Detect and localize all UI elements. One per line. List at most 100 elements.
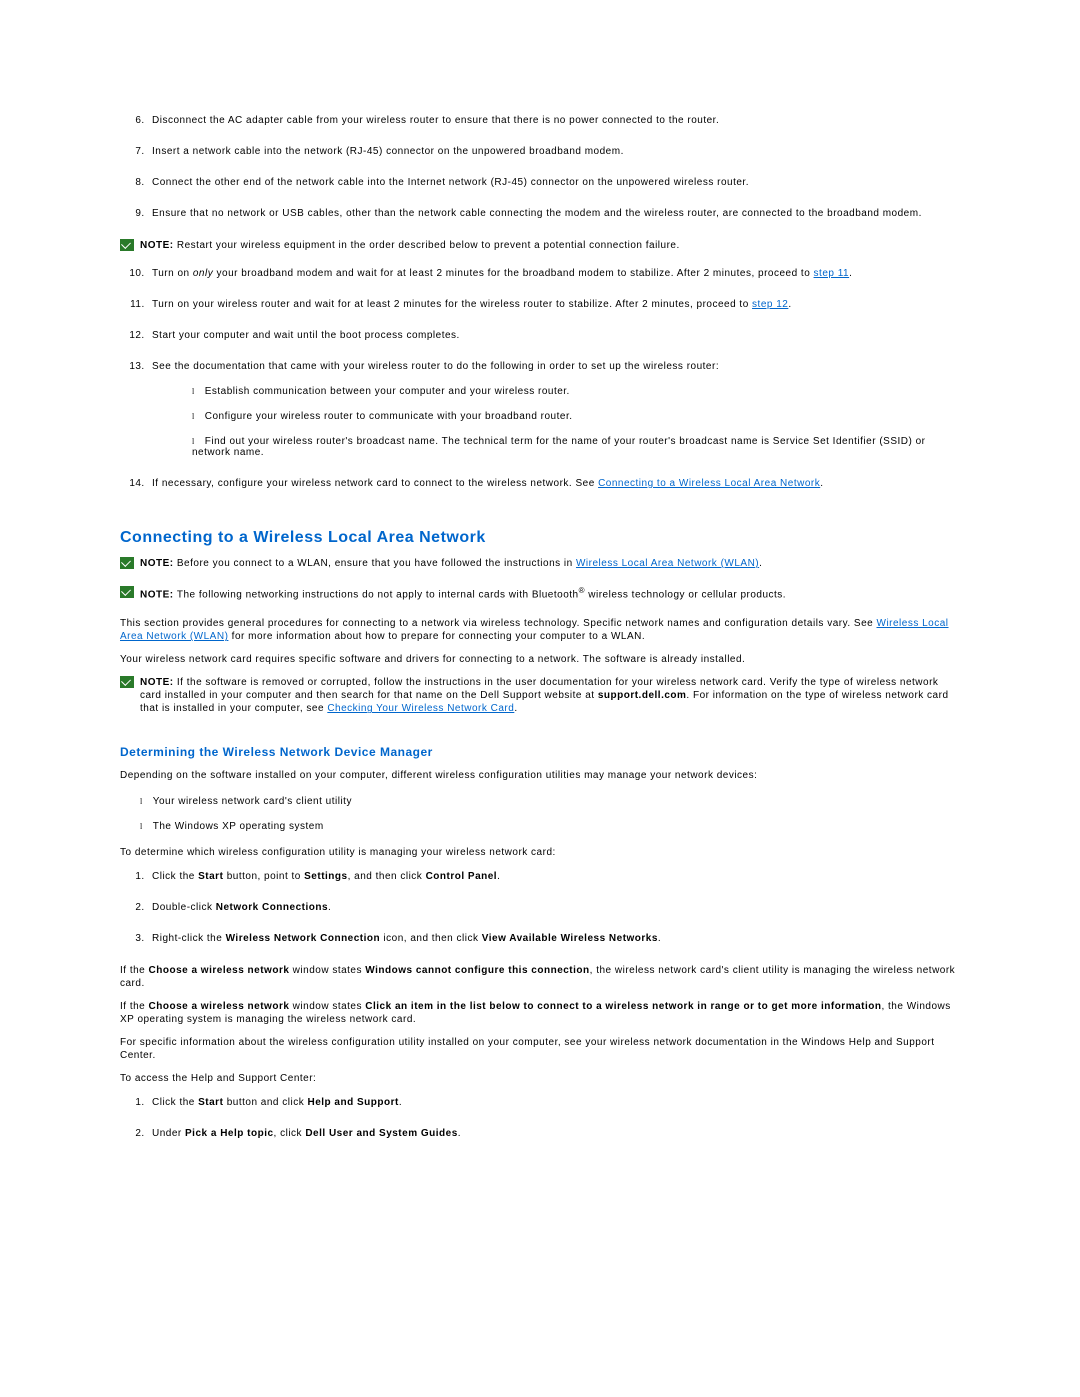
step-11: Turn on your wireless router and wait fo… [148,299,960,310]
text: . [497,871,500,882]
step-10: Turn on only your broadband modem and wa… [148,268,960,279]
bold-text: Pick a Help topic [185,1128,274,1139]
list-item: Right-click the Wireless Network Connect… [148,933,960,944]
text: See the documentation that came with you… [152,361,719,372]
text: . [399,1097,402,1108]
bold-text: Help and Support [307,1097,398,1108]
note-text: NOTE: Before you connect to a WLAN, ensu… [140,557,762,570]
list-item: Your wireless network card's client util… [140,796,960,807]
note-label: NOTE: [140,677,177,688]
text: This section provides general procedures… [120,618,877,629]
text: Click the [152,1097,198,1108]
section-heading-connecting: Connecting to a Wireless Local Area Netw… [120,529,960,547]
text: . [759,558,762,569]
note-body: Restart your wireless equipment in the o… [177,240,680,251]
bold-text: Choose a wireless network [149,1001,290,1012]
text: If the [120,1001,149,1012]
document-page: Disconnect the AC adapter cable from you… [0,0,1080,1219]
text: . [849,268,852,279]
subsection-heading-determining: Determining the Wireless Network Device … [120,745,960,759]
text: Right-click the [152,933,226,944]
text: Before you connect to a WLAN, ensure tha… [177,558,576,569]
note-label: NOTE: [140,589,177,600]
text: Double-click [152,902,216,913]
step-6: Disconnect the AC adapter cable from you… [148,115,960,126]
text: . [658,933,661,944]
text: The Windows XP operating system [153,821,324,832]
step-13: See the documentation that came with you… [148,361,960,458]
wlan-link[interactable]: Wireless Local Area Network (WLAN) [576,558,759,569]
note-icon [120,676,134,688]
text: icon, and then click [380,933,482,944]
step-12-link[interactable]: step 12 [752,299,788,310]
list-item: Double-click Network Connections. [148,902,960,913]
text: , click [274,1128,306,1139]
bold-text: Start [198,1097,223,1108]
bold-text: support.dell.com [598,690,687,701]
text: . [328,902,331,913]
bold-text: Start [198,871,223,882]
text: If necessary, configure your wireless ne… [152,478,598,489]
note-before-connect: NOTE: Before you connect to a WLAN, ensu… [120,557,960,570]
note-software: NOTE: If the software is removed or corr… [120,676,960,715]
step-11-link[interactable]: step 11 [814,268,850,279]
text: Turn on your wireless router and wait fo… [152,299,752,310]
step-text: Ensure that no network or USB cables, ot… [152,208,922,219]
text: window states [289,1001,365,1012]
list-item: Click the Start button and click Help an… [148,1097,960,1108]
list-item: Under Pick a Help topic, click Dell User… [148,1128,960,1139]
text: button, point to [223,871,304,882]
text: Configure your wireless router to commun… [205,411,573,422]
note-text: NOTE: Restart your wireless equipment in… [140,239,680,252]
list-item: Find out your wireless router's broadcas… [192,436,960,458]
step-text: Insert a network cable into the network … [152,146,624,157]
bold-text: Windows cannot configure this connection [365,965,589,976]
bold-text: Wireless Network Connection [226,933,381,944]
text: Under [152,1128,185,1139]
bold-text: Choose a wireless network [149,965,290,976]
bold-text: Control Panel [426,871,498,882]
note-icon [120,239,134,251]
note-icon [120,557,134,569]
step-12: Start your computer and wait until the b… [148,330,960,341]
connecting-wlan-link[interactable]: Connecting to a Wireless Local Area Netw… [598,478,820,489]
step-9: Ensure that no network or USB cables, ot… [148,208,960,219]
note-label: NOTE: [140,558,177,569]
bold-text: Settings [304,871,347,882]
paragraph: To determine which wireless configuratio… [120,846,960,859]
text: The following networking instructions do… [177,589,579,600]
text: window states [289,965,365,976]
paragraph: If the Choose a wireless network window … [120,1000,960,1026]
text: wireless technology or cellular products… [585,589,786,600]
determine-steps: Click the Start button, point to Setting… [120,871,960,944]
text: . [788,299,791,310]
paragraph: Your wireless network card requires spec… [120,653,960,666]
step-7: Insert a network cable into the network … [148,146,960,157]
italic-text: only [193,268,213,279]
text: button and click [223,1097,307,1108]
note-restart: NOTE: Restart your wireless equipment in… [120,239,960,252]
note-label: NOTE: [140,240,177,251]
text: . [458,1128,461,1139]
help-center-steps: Click the Start button and click Help an… [120,1097,960,1139]
note-bluetooth: NOTE: The following networking instructi… [120,586,960,601]
bold-text: Click an item in the list below to conne… [365,1001,881,1012]
checking-card-link[interactable]: Checking Your Wireless Network Card [327,703,514,714]
steps-list-b: Turn on only your broadband modem and wa… [120,268,960,489]
text: your broadband modem and wait for at lea… [213,268,813,279]
text: , and then click [348,871,426,882]
step-text: Disconnect the AC adapter cable from you… [152,115,719,126]
step-text: Connect the other end of the network cab… [152,177,749,188]
step-8: Connect the other end of the network cab… [148,177,960,188]
bold-text: View Available Wireless Networks [482,933,658,944]
text: Establish communication between your com… [205,386,570,397]
step-13-sublist: Establish communication between your com… [152,386,960,458]
bold-text: Network Connections [216,902,328,913]
text: Click the [152,871,198,882]
note-text: NOTE: If the software is removed or corr… [140,676,960,715]
text: Your wireless network card's client util… [153,796,352,807]
list-item: The Windows XP operating system [140,821,960,832]
list-item: Click the Start button, point to Setting… [148,871,960,882]
paragraph: To access the Help and Support Center: [120,1072,960,1085]
paragraph: If the Choose a wireless network window … [120,964,960,990]
